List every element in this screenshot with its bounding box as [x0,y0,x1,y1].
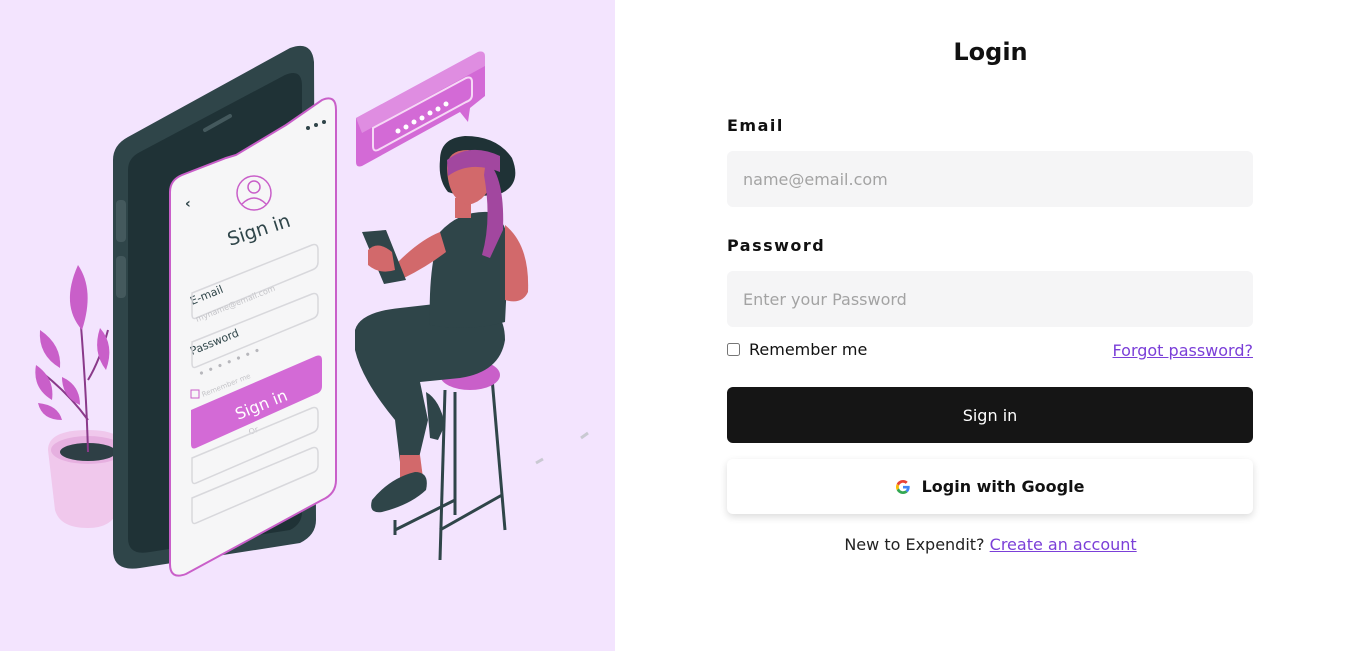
signup-prompt: New to Expendit? Create an account [615,535,1366,554]
phone-screen: ‹ Sign in E-mail myname@email.com Passwo… [169,97,337,577]
svg-text:‹: ‹ [185,196,191,212]
create-account-link[interactable]: Create an account [990,535,1137,554]
password-field[interactable] [727,271,1253,327]
forgot-password-link[interactable]: Forgot password? [1113,341,1253,360]
illustration-panel: ‹ Sign in E-mail myname@email.com Passwo… [0,0,615,651]
login-illustration: ‹ Sign in E-mail myname@email.com Passwo… [35,45,589,577]
signin-button[interactable]: Sign in [727,387,1253,443]
remember-checkbox[interactable] [727,343,740,356]
signup-text: New to Expendit? [844,535,985,554]
plant-icon [35,265,125,528]
person-icon [355,136,529,561]
google-icon [895,479,910,494]
remember-me[interactable]: Remember me [727,340,867,359]
page-title: Login [953,38,1028,66]
email-field[interactable] [727,151,1253,207]
remember-label: Remember me [749,340,868,359]
google-login-button[interactable]: Login with Google [727,459,1253,514]
login-panel: Login Email Password Remember me Forgot … [615,0,1366,651]
google-button-label: Login with Google [921,477,1085,496]
email-label: Email [727,116,784,135]
remember-row: Remember me Forgot password? [727,340,1253,362]
password-label: Password [727,236,826,255]
